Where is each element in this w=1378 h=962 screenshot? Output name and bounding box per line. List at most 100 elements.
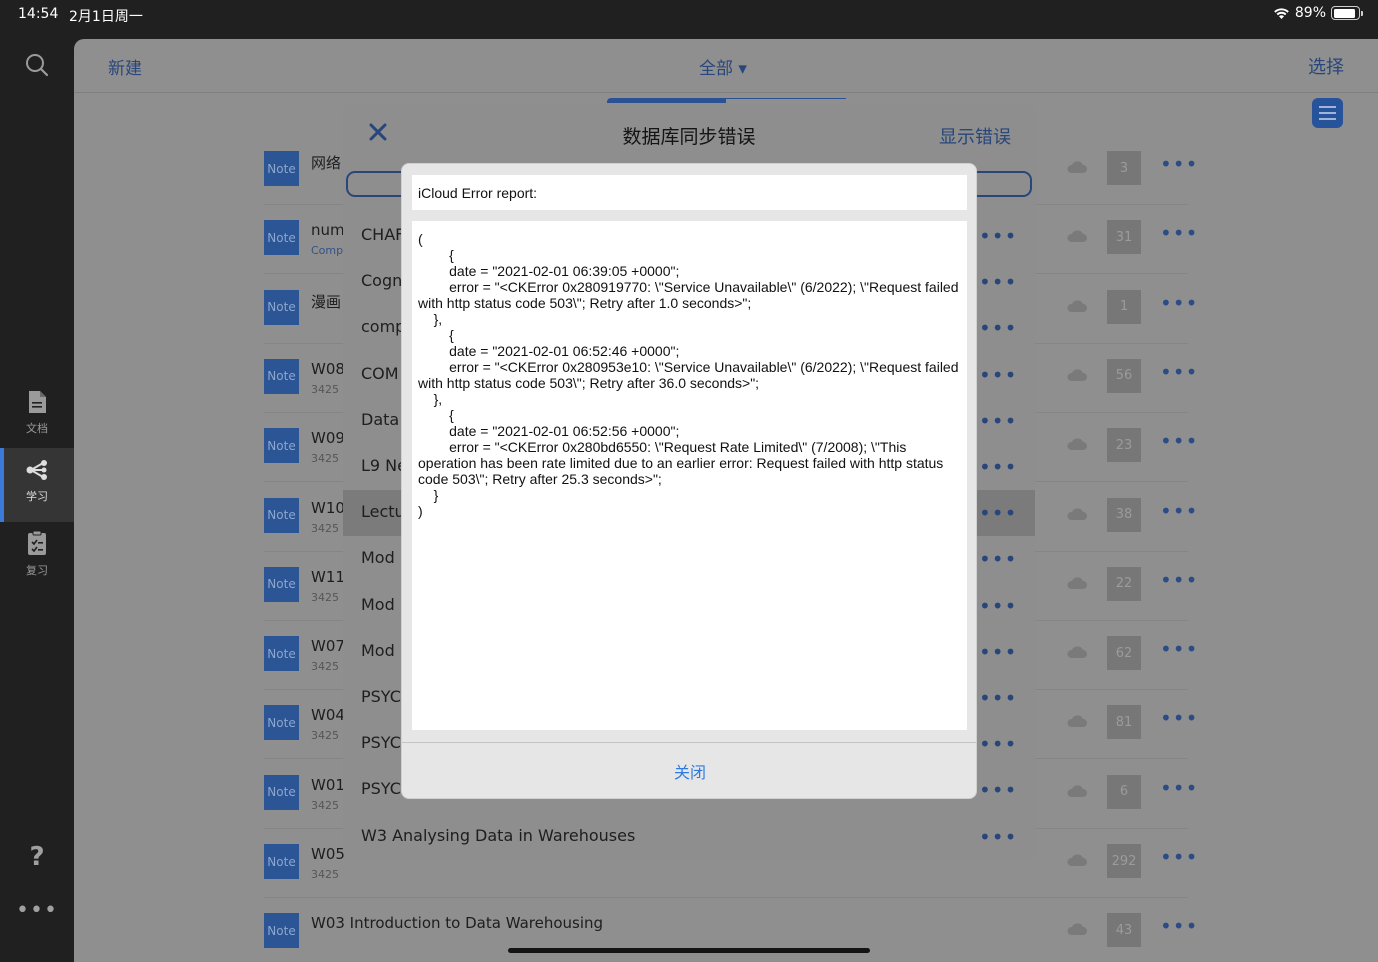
- sidebar-item-label: 学习: [26, 490, 48, 503]
- battery-level: [1333, 8, 1355, 18]
- more-icon[interactable]: •••: [979, 409, 1017, 433]
- status-time: 14:54: [18, 6, 59, 22]
- more-icon[interactable]: •••: [1160, 637, 1198, 661]
- more-icon[interactable]: •••: [1160, 429, 1198, 453]
- sidebar-item-review[interactable]: 复习: [0, 522, 74, 596]
- dialog-title: 数据库同步错误: [622, 126, 756, 148]
- note-badge: Note: [264, 497, 299, 533]
- more-icon[interactable]: •••: [979, 732, 1017, 756]
- more-icon[interactable]: •••: [979, 778, 1017, 802]
- dialog-item-title: Lectu: [361, 502, 405, 522]
- dialog-item-title: COM: [361, 363, 399, 383]
- dialog-item-title: Mod: [361, 640, 395, 660]
- cloud-icon: [1067, 646, 1087, 659]
- cloud-icon: [1067, 715, 1087, 728]
- item-subtitle: 3425: [311, 521, 339, 535]
- sidebar-item-label: 复习: [26, 564, 48, 577]
- more-icon[interactable]: •••: [979, 686, 1017, 710]
- card-count: 38: [1107, 497, 1141, 532]
- clipboard-check-icon: [28, 530, 46, 555]
- item-subtitle: 3425: [311, 382, 339, 396]
- more-icon[interactable]: •••: [979, 501, 1017, 525]
- error-report-text[interactable]: ( { date = "2021-02-01 06:39:05 +0000"; …: [412, 221, 967, 730]
- more-icon[interactable]: •••: [979, 594, 1017, 618]
- more-icon[interactable]: •••: [979, 316, 1017, 340]
- more-icon[interactable]: •••: [1160, 499, 1198, 523]
- show-errors-button[interactable]: 显示错误: [939, 123, 1011, 149]
- home-indicator[interactable]: [508, 948, 870, 953]
- battery-percent: 89%: [1294, 5, 1326, 21]
- more-icon[interactable]: •••: [0, 898, 74, 923]
- note-badge: Note: [264, 358, 299, 394]
- item-title: W10: [311, 498, 345, 517]
- more-icon[interactable]: •••: [979, 640, 1017, 664]
- card-count: 292: [1107, 844, 1141, 878]
- new-button[interactable]: 新建: [108, 54, 142, 79]
- more-icon[interactable]: •••: [1160, 152, 1198, 176]
- note-badge: Note: [264, 566, 299, 602]
- sidebar: 文档 学习 复习 ? •••: [0, 30, 74, 962]
- search-icon[interactable]: [24, 52, 50, 78]
- card-count: 3: [1107, 151, 1141, 185]
- more-icon[interactable]: •••: [1160, 568, 1198, 592]
- help-icon[interactable]: ?: [0, 842, 74, 872]
- cloud-icon: [1067, 854, 1087, 866]
- more-icon[interactable]: •••: [1160, 776, 1198, 800]
- dialog-item-title: Mod: [361, 548, 395, 568]
- item-subtitle: Comp: [311, 244, 344, 258]
- top-bar: 新建 全部 ▾ 选择: [74, 39, 1378, 93]
- dialog-item-title: W3 Analysing Data in Warehouses: [361, 825, 636, 845]
- close-button[interactable]: 关闭: [402, 759, 976, 783]
- cloud-icon: [1067, 369, 1087, 381]
- card-count: 56: [1107, 358, 1141, 393]
- more-icon[interactable]: •••: [1160, 291, 1198, 315]
- more-icon[interactable]: •••: [979, 825, 1017, 849]
- item-title: W08: [311, 359, 345, 378]
- more-icon[interactable]: •••: [979, 224, 1017, 248]
- select-button[interactable]: 选择: [1308, 53, 1344, 79]
- dialog-item-title: comp: [361, 317, 406, 337]
- card-count: 31: [1107, 220, 1141, 255]
- more-icon[interactable]: •••: [1160, 360, 1198, 384]
- more-icon[interactable]: •••: [1160, 914, 1198, 938]
- note-badge: Note: [264, 774, 299, 810]
- status-date: 2月1日周一: [69, 9, 143, 25]
- more-icon[interactable]: •••: [979, 547, 1017, 571]
- item-title: W09: [311, 429, 345, 448]
- item-subtitle: 3425: [311, 868, 339, 881]
- item-subtitle: 3425: [311, 729, 339, 743]
- sidebar-item-label: 文档: [26, 422, 48, 435]
- share-nodes-icon: [26, 460, 47, 480]
- dialog-item-title: PSYC: [361, 687, 401, 706]
- note-badge: Note: [264, 289, 299, 325]
- card-count: 6: [1107, 774, 1141, 809]
- more-icon[interactable]: •••: [1160, 706, 1198, 730]
- more-icon[interactable]: •••: [979, 270, 1017, 294]
- list-view-button[interactable]: [1312, 98, 1343, 128]
- note-badge: Note: [264, 220, 299, 256]
- note-badge: Note: [264, 636, 299, 672]
- dialog-list-item[interactable]: W3 Analysing Data in Warehouses •••: [343, 814, 1035, 860]
- sidebar-item-study[interactable]: 学习: [0, 448, 74, 522]
- more-icon[interactable]: •••: [1160, 845, 1198, 869]
- note-badge: Note: [264, 913, 299, 949]
- more-icon[interactable]: •••: [1160, 221, 1198, 245]
- filter-dropdown[interactable]: 全部 ▾: [699, 54, 747, 79]
- more-icon[interactable]: •••: [979, 363, 1017, 387]
- item-title: W11: [311, 567, 345, 586]
- item-title: W03 Introduction to Data Warehousing: [311, 914, 604, 933]
- more-icon[interactable]: •••: [979, 455, 1017, 479]
- card-count: 23: [1107, 428, 1141, 463]
- battery-icon: [1331, 6, 1363, 20]
- cloud-icon: [1067, 507, 1087, 520]
- cloud-icon: [1067, 230, 1087, 243]
- sidebar-item-documents[interactable]: 文档: [0, 380, 74, 454]
- item-title: W01: [311, 775, 345, 794]
- dialog-item-title: Data: [361, 409, 400, 429]
- item-title: num: [311, 221, 345, 240]
- cloud-icon: [1067, 438, 1087, 451]
- item-subtitle: 3425: [311, 452, 339, 466]
- divider: [402, 742, 976, 743]
- item-title: 网络: [311, 154, 342, 172]
- cloud-icon: [1067, 161, 1087, 173]
